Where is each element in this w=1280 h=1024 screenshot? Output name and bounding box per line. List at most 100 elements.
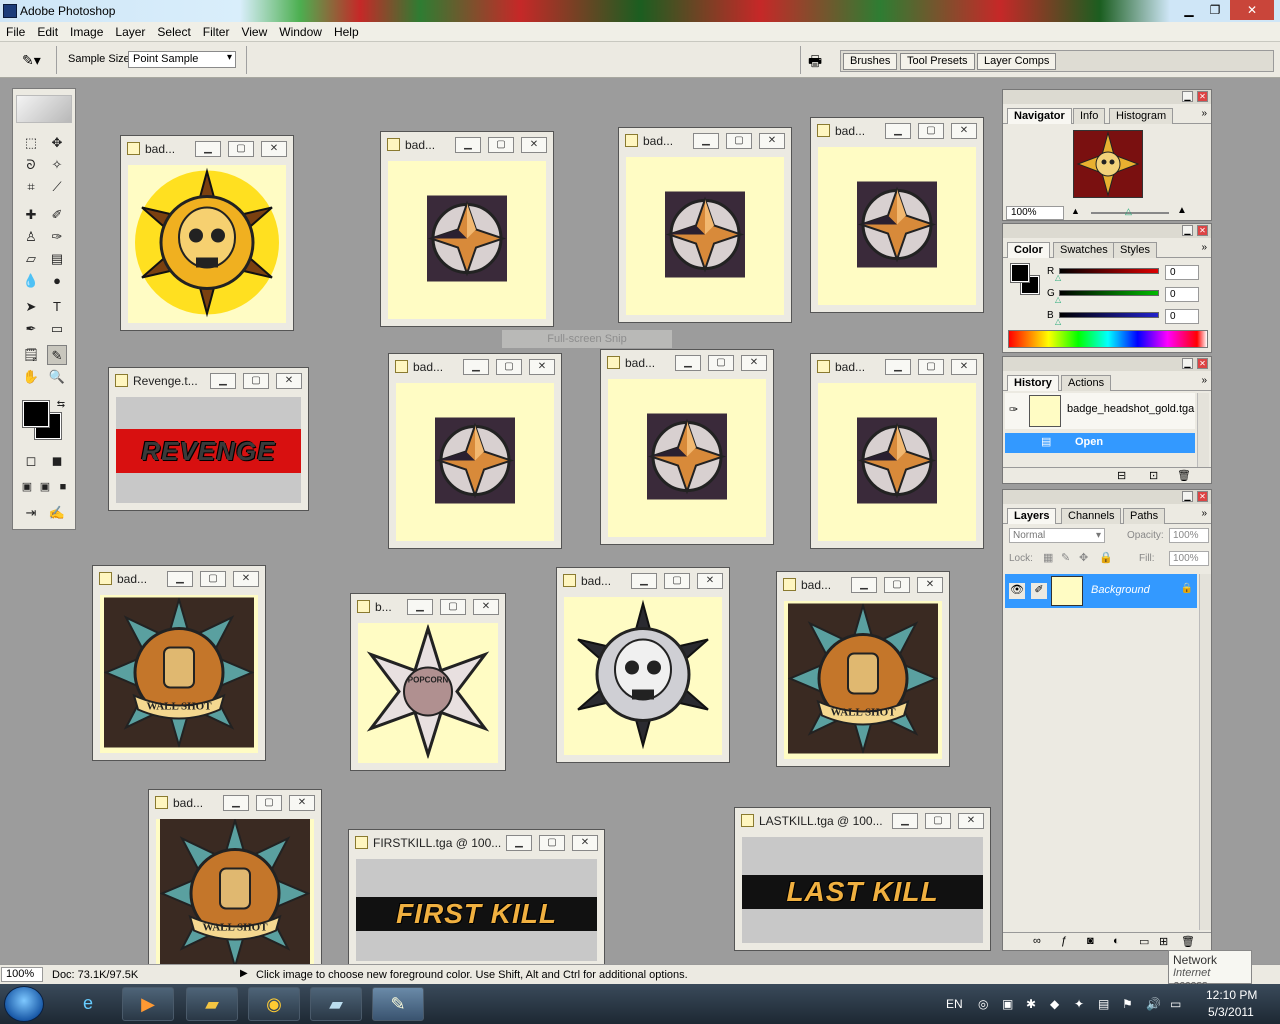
standard-mode-icon[interactable]: ◻: [21, 451, 41, 471]
new-document-from-state-icon[interactable]: ⊟: [1117, 469, 1126, 482]
jump-to-imageready-icon[interactable]: ⇥: [21, 503, 41, 523]
tab-color[interactable]: Color: [1007, 242, 1050, 258]
screen-mode-standard-icon[interactable]: ▣: [17, 477, 37, 497]
document-window[interactable]: bad... ▁ ▢ ✕ WALL SHOT: [776, 571, 950, 767]
channel-slider[interactable]: [1059, 268, 1159, 274]
clone-stamp-tool-icon[interactable]: ♙: [21, 227, 41, 247]
document-close-button[interactable]: ✕: [917, 577, 943, 593]
restore-button[interactable]: ❐: [1202, 0, 1228, 20]
panel-minimize-button[interactable]: ▁: [1182, 358, 1193, 369]
document-window[interactable]: bad... ▁ ▢ ✕: [380, 131, 554, 327]
document-maximize-button[interactable]: ▢: [200, 571, 226, 587]
document-close-button[interactable]: ✕: [289, 795, 315, 811]
status-menu-arrow-icon[interactable]: ▶: [240, 968, 248, 979]
slider-thumb-icon[interactable]: △: [1055, 273, 1061, 282]
document-close-button[interactable]: ✕: [261, 141, 287, 157]
document-minimize-button[interactable]: ▁: [885, 123, 911, 139]
fill-field[interactable]: 100%: [1169, 551, 1209, 566]
delete-layer-icon[interactable]: 🗑: [1181, 935, 1195, 948]
document-maximize-button[interactable]: ▢: [496, 359, 522, 375]
pen-tool-icon[interactable]: ✒: [21, 319, 41, 339]
well-tab-brushes[interactable]: Brushes: [843, 53, 898, 70]
opacity-field[interactable]: 100%: [1169, 528, 1209, 543]
close-button[interactable]: ✕: [1230, 0, 1274, 20]
document-minimize-button[interactable]: ▁: [675, 355, 701, 371]
type-tool-icon[interactable]: T: [47, 297, 67, 317]
document-maximize-button[interactable]: ▢: [918, 123, 944, 139]
blur-tool-icon[interactable]: 💧: [21, 271, 41, 291]
document-maximize-button[interactable]: ▢: [884, 577, 910, 593]
tray-date[interactable]: 5/3/2011: [1208, 1005, 1254, 1019]
edit-in-imageready-icon[interactable]: ✍: [47, 503, 67, 523]
menu-view[interactable]: View: [235, 22, 273, 42]
panel-minimize-button[interactable]: ▁: [1182, 491, 1193, 502]
document-title-bar[interactable]: Revenge.t... ▁ ▢ ✕: [109, 368, 308, 392]
document-minimize-button[interactable]: ▁: [463, 359, 489, 375]
eyedropper-tool-icon[interactable]: ✎: [47, 345, 67, 365]
photoshop-taskbar-icon[interactable]: ▰: [310, 987, 362, 1021]
document-canvas[interactable]: [626, 157, 784, 315]
slider-thumb-icon[interactable]: △: [1055, 317, 1061, 326]
document-close-button[interactable]: ✕: [951, 359, 977, 375]
document-close-button[interactable]: ✕: [521, 137, 547, 153]
brush-tool-icon[interactable]: ✐: [47, 205, 67, 225]
layer-mask-icon[interactable]: ◙: [1087, 935, 1094, 947]
tray-language[interactable]: EN: [946, 997, 963, 1011]
layer-visibility-eye-icon[interactable]: 👁: [1009, 583, 1025, 599]
document-window[interactable]: bad... ▁ ▢ ✕: [810, 117, 984, 313]
history-state-open[interactable]: ▤ Open: [1005, 433, 1195, 453]
tray-time[interactable]: 12:10 PM: [1206, 988, 1257, 1002]
document-canvas[interactable]: REVENGE: [116, 397, 301, 503]
document-canvas[interactable]: WALL SHOT: [156, 819, 314, 971]
document-title-bar[interactable]: b... ▁ ▢ ✕: [351, 594, 505, 618]
document-close-button[interactable]: ✕: [473, 599, 499, 615]
document-title-bar[interactable]: FIRSTKILL.tga @ 100... ▁ ▢ ✕: [349, 830, 604, 854]
marquee-tool-icon[interactable]: ⬚: [21, 133, 41, 153]
document-canvas[interactable]: WALL SHOT: [100, 595, 258, 753]
document-close-button[interactable]: ✕: [233, 571, 259, 587]
document-canvas[interactable]: FIRST KILL: [356, 859, 597, 961]
document-maximize-button[interactable]: ▢: [440, 599, 466, 615]
document-title-bar[interactable]: bad... ▁ ▢ ✕: [149, 790, 321, 814]
zoom-in-icon[interactable]: ▲: [1177, 205, 1187, 216]
move-tool-icon[interactable]: ✥: [47, 133, 67, 153]
document-maximize-button[interactable]: ▢: [256, 795, 282, 811]
history-snapshot-row[interactable]: ✑ badge_headshot_gold.tga: [1005, 393, 1195, 429]
document-title-bar[interactable]: bad... ▁ ▢ ✕: [93, 566, 265, 590]
document-canvas[interactable]: WALL SHOT: [784, 601, 942, 759]
document-maximize-button[interactable]: ▢: [664, 573, 690, 589]
zoom-tool-icon[interactable]: 🔍: [47, 367, 67, 387]
history-scrollbar[interactable]: [1197, 393, 1209, 467]
document-close-button[interactable]: ✕: [741, 355, 767, 371]
document-canvas[interactable]: [608, 379, 766, 537]
new-layer-icon[interactable]: ⊞: [1159, 935, 1168, 948]
panel-menu-icon[interactable]: »: [1201, 508, 1207, 519]
document-window[interactable]: bad... ▁ ▢ ✕: [120, 135, 294, 331]
document-minimize-button[interactable]: ▁: [693, 133, 719, 149]
document-maximize-button[interactable]: ▢: [228, 141, 254, 157]
document-maximize-button[interactable]: ▢: [539, 835, 565, 851]
document-maximize-button[interactable]: ▢: [488, 137, 514, 153]
zoom-slider-thumb-icon[interactable]: △: [1125, 206, 1132, 217]
tab-layers[interactable]: Layers: [1007, 508, 1057, 524]
panel-minimize-button[interactable]: ▁: [1182, 91, 1193, 102]
tray-network-icon[interactable]: ▭: [1170, 997, 1181, 1011]
start-button[interactable]: [4, 986, 44, 1022]
document-maximize-button[interactable]: ▢: [918, 359, 944, 375]
layer-brush-icon[interactable]: ✐: [1031, 583, 1047, 599]
tab-info[interactable]: Info: [1073, 108, 1106, 124]
menu-window[interactable]: Window: [273, 22, 328, 42]
tray-icon-2[interactable]: ▣: [1002, 997, 1013, 1011]
menu-select[interactable]: Select: [151, 22, 196, 42]
document-title-bar[interactable]: bad... ▁ ▢ ✕: [777, 572, 949, 596]
document-window[interactable]: Revenge.t... ▁ ▢ ✕ REVENGE: [108, 367, 309, 511]
document-close-button[interactable]: ✕: [697, 573, 723, 589]
document-close-button[interactable]: ✕: [958, 813, 984, 829]
blend-mode-select[interactable]: Normal ▾: [1009, 528, 1105, 543]
document-minimize-button[interactable]: ▁: [851, 577, 877, 593]
document-title-bar[interactable]: bad... ▁ ▢ ✕: [601, 350, 773, 374]
document-canvas[interactable]: LAST KILL: [742, 837, 983, 943]
document-canvas[interactable]: [818, 147, 976, 305]
menu-file[interactable]: File: [0, 22, 31, 42]
menu-layer[interactable]: Layer: [109, 22, 151, 42]
